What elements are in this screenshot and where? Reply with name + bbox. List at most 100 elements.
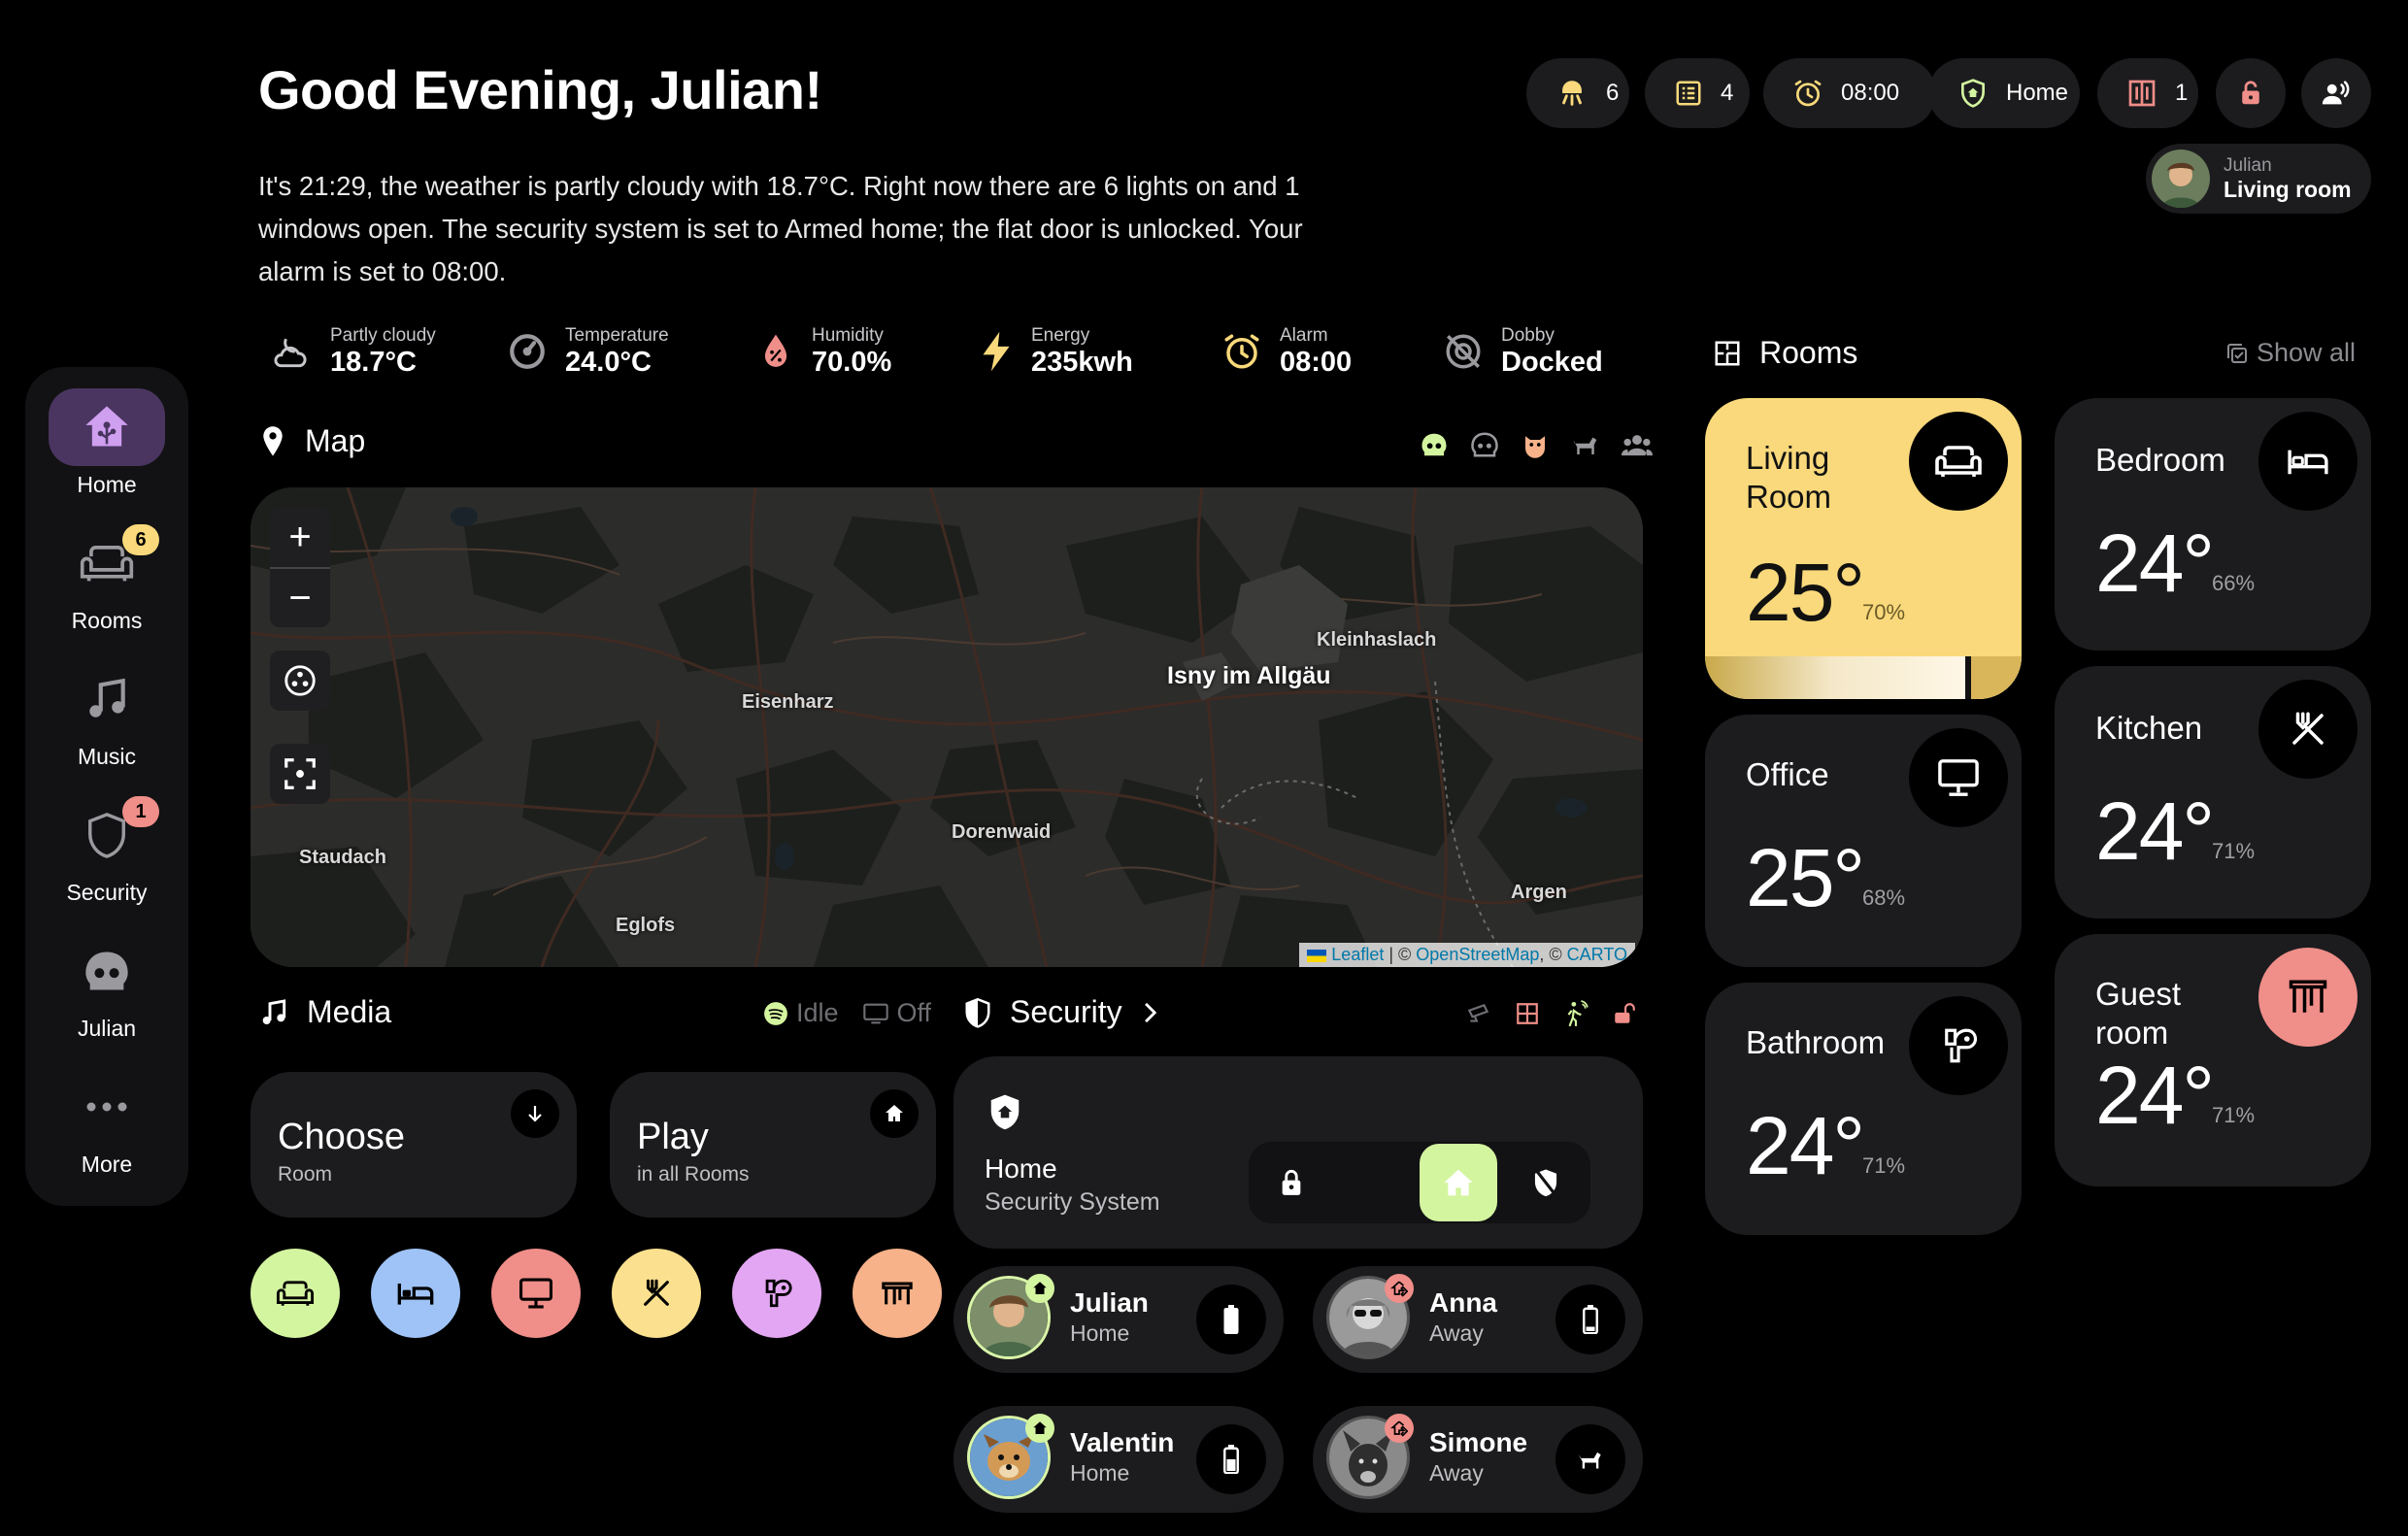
silverware-icon [2288,709,2328,750]
carto-link[interactable]: CARTO [1567,945,1627,964]
room-name: Bedroom [2095,442,2225,478]
osm-link[interactable]: OpenStreetMap [1416,945,1539,964]
person-anna[interactable]: Anna Away [1313,1266,1643,1373]
sidebar-item-music[interactable]: Music [25,660,188,770]
media-room-bathroom-button[interactable] [732,1249,821,1338]
person-simone[interactable]: Simone Away [1313,1406,1643,1513]
leaflet-link[interactable]: Leaflet [1331,945,1384,964]
show-all-rooms-link[interactable]: Show all [2225,338,2356,368]
sidebar-item-home[interactable]: Home [25,388,188,498]
stat-temperature[interactable]: Temperature 24.0°C [507,325,669,378]
stat-weather-label: Partly cloudy [330,325,436,346]
alarm-icon [1221,331,1262,372]
person-valentin[interactable]: Valentin Home [953,1406,1284,1513]
battery-button[interactable] [1196,1424,1266,1494]
stat-alarm[interactable]: Alarm 08:00 [1221,325,1352,378]
focus-entities-button[interactable] [270,651,330,711]
window-open-icon[interactable] [1515,1001,1540,1026]
media-room-office-button[interactable] [491,1249,581,1338]
zoom-in-button[interactable]: + [270,507,330,569]
motion-sensor-icon[interactable] [1563,1000,1589,1027]
map-marker-icon [258,425,287,458]
room-humidity: 70% [1862,600,1906,624]
stat-vacuum[interactable]: Dobby Docked [1443,325,1603,378]
user-location-pill[interactable]: Julian Living room [2146,144,2371,214]
room-humidity: 71% [2212,1103,2256,1127]
spotify-status[interactable]: Idle [763,998,839,1028]
stat-humidity[interactable]: Humidity 70.0% [757,325,891,378]
music-note-icon [258,997,289,1028]
sidebar-item-rooms[interactable]: Rooms 6 [25,524,188,634]
room-card-bedroom[interactable]: Bedroom 24° 66% [2055,398,2371,651]
shield-off-icon [1531,1167,1560,1198]
security-pill[interactable]: Home [1928,58,2080,128]
stat-energy[interactable]: Energy 235kwh [979,325,1133,378]
cctv-icon[interactable] [1466,1002,1491,1025]
room-icon-button[interactable] [2258,412,2358,511]
sidebar-item-more[interactable]: More [25,1068,188,1178]
rooms-header: Rooms [1713,335,1857,371]
map-label-eisenharz: Eisenharz [742,691,834,713]
windows-pill[interactable]: 1 [2097,58,2198,128]
room-card-guest-room[interactable]: Guest room 24° 71% [2055,934,2371,1186]
battery-button[interactable] [1196,1285,1266,1354]
map-tiles[interactable] [251,487,1643,967]
room-card-living-room[interactable]: Living Room 25° 70% [1705,398,2022,699]
zoom-out-button[interactable]: − [270,569,330,627]
mode-night-button[interactable] [1338,1144,1416,1221]
home-assistant-icon [49,388,165,466]
mode-away-button[interactable] [1507,1144,1585,1221]
lights-pill[interactable]: 6 [1526,58,1629,128]
choose-room-button[interactable] [511,1089,559,1138]
chevron-right-icon [1140,1000,1159,1025]
user-avatar [2152,150,2210,208]
dog-side-icon[interactable] [1571,431,1600,458]
tv-status[interactable]: Off [862,998,931,1028]
security-header[interactable]: Security [963,994,1159,1030]
mode-disarmed-button[interactable] [1253,1144,1330,1221]
checklist-icon [1674,79,1703,108]
battery-button[interactable] [1555,1285,1625,1354]
dog-button[interactable] [1555,1424,1625,1494]
room-icon-button[interactable] [2258,948,2358,1047]
shield-home-icon [1957,78,1989,109]
lock-open-icon[interactable] [1612,1001,1637,1026]
play-all-card[interactable]: Play in all Rooms [610,1072,936,1218]
room-name: Bathroom [1746,1024,1886,1060]
todos-pill[interactable]: 4 [1645,58,1750,128]
light-brightness-bar[interactable] [1705,656,2022,699]
sidebar-item-julian[interactable]: Julian [25,932,188,1042]
attribution-sep-2: , © [1539,945,1567,964]
media-room-bedroom-button[interactable] [371,1249,460,1338]
shield-home-icon [987,1091,1023,1132]
voice-assistant-pill[interactable] [2301,58,2371,128]
robot-icon[interactable] [1420,431,1449,458]
media-room-living-button[interactable] [251,1249,340,1338]
robot-outline-icon[interactable] [1470,431,1499,458]
media-room-kitchen-button[interactable] [612,1249,701,1338]
room-icon-button[interactable] [1909,996,2008,1095]
play-all-button[interactable] [870,1089,919,1138]
sidebar-item-security[interactable]: Security 1 [25,796,188,906]
fit-bounds-button[interactable] [270,744,330,804]
home-icon [883,1102,906,1125]
choose-room-card[interactable]: Choose Room [251,1072,577,1218]
room-icon-button[interactable] [1909,412,2008,511]
room-icon-button[interactable] [1909,728,2008,827]
stat-weather[interactable]: Partly cloudy 18.7°C [270,325,436,378]
room-card-office[interactable]: Office 25° 68% [1705,715,2022,967]
account-voice-icon [2320,77,2353,110]
person-julian[interactable]: Julian Home [953,1266,1284,1373]
room-card-bathroom[interactable]: Bathroom 24° 71% [1705,983,2022,1235]
room-card-kitchen[interactable]: Kitchen 24° 71% [2055,666,2371,918]
lock-pill[interactable] [2216,58,2286,128]
alarm-pill[interactable]: 08:00 [1763,58,1936,128]
account-group-icon[interactable] [1622,431,1653,458]
room-icon-button[interactable] [2258,680,2358,779]
room-name: Living Room [1746,440,1832,515]
mode-home-button[interactable] [1420,1144,1497,1221]
sidebar-label-security: Security [66,880,148,905]
map-widget[interactable]: + − Kleinhaslach Isny im Allgäu Eisenhar… [251,487,1643,967]
media-room-guest-button[interactable] [853,1249,942,1338]
dog-face-icon[interactable] [1521,431,1550,458]
